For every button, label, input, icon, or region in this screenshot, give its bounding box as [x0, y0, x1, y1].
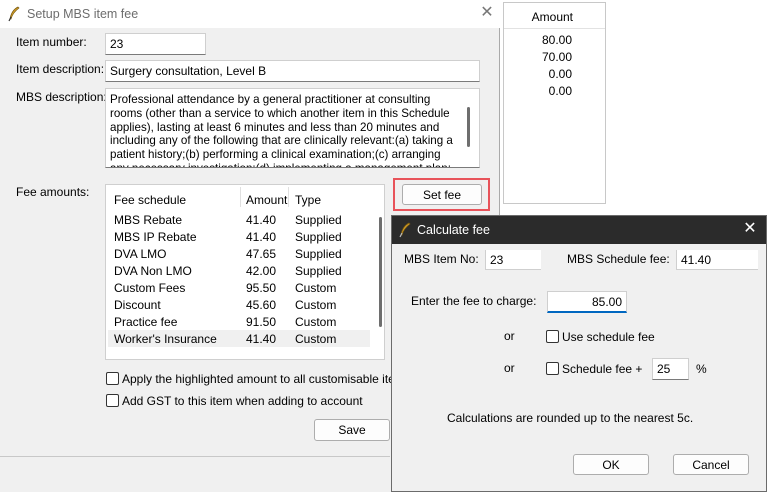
- fee-schedule-cell: MBS Rebate: [114, 213, 183, 227]
- item-number-label: Item number:: [16, 35, 87, 49]
- mbs-item-no-label: MBS Item No:: [404, 252, 479, 266]
- add-gst-checkbox[interactable]: [106, 394, 119, 407]
- calculate-fee-dialog: Calculate fee ✕ MBS Item No: 23 MBS Sche…: [391, 215, 767, 492]
- set-fee-highlight-box: [393, 178, 490, 211]
- mbs-item-no-field[interactable]: 23: [485, 250, 541, 270]
- column-header-type[interactable]: Type: [295, 185, 321, 209]
- or-label: or: [504, 361, 515, 375]
- rounding-note: Calculations are rounded up to the neare…: [447, 411, 694, 425]
- fee-schedule-cell: Practice fee: [114, 315, 178, 329]
- mbs-schedule-fee-label: MBS Schedule fee:: [567, 252, 670, 266]
- fee-schedule-cell: DVA LMO: [114, 247, 167, 261]
- amount-column-header: Amount: [504, 3, 605, 29]
- type-cell: Custom: [295, 315, 337, 329]
- amount-value: 70.00: [541, 50, 572, 64]
- mbs-description-text: Professional attendance by a general pra…: [110, 93, 453, 167]
- quill-icon: [399, 222, 411, 238]
- close-icon[interactable]: ✕: [740, 219, 760, 239]
- amount-value: 80.00: [541, 33, 572, 47]
- type-cell: Supplied: [295, 230, 342, 244]
- type-cell: Supplied: [295, 247, 342, 261]
- schedule-fee-plus-label: Schedule fee +: [562, 362, 643, 376]
- background-amount-panel: Amount 80.00 70.00 0.00 0.00: [503, 2, 606, 204]
- item-description-field[interactable]: Surgery consultation, Level B: [105, 60, 480, 82]
- type-cell: Custom: [295, 281, 337, 295]
- fee-amounts-label: Fee amounts:: [16, 185, 90, 199]
- fee-to-charge-input[interactable]: 85.00: [547, 291, 627, 313]
- table-row[interactable]: DVA LMO 47.65 Supplied: [108, 245, 370, 262]
- schedule-fee-plus-checkbox[interactable]: [546, 362, 559, 375]
- dialog-bottom-divider: [0, 456, 390, 457]
- table-row-selected[interactable]: Worker's Insurance 41.40 Custom: [108, 330, 370, 347]
- fee-schedule-cell: Discount: [114, 298, 161, 312]
- table-row[interactable]: Practice fee 91.50 Custom: [108, 313, 370, 330]
- mbs-description-scrollbar[interactable]: [467, 107, 470, 147]
- amount-value: 0.00: [548, 67, 572, 81]
- mbs-description-label: MBS description:: [16, 90, 107, 104]
- table-row[interactable]: MBS Rebate 41.40 Supplied: [108, 211, 370, 228]
- calc-dialog-title: Calculate fee: [417, 223, 490, 237]
- percent-input[interactable]: 25: [652, 358, 689, 380]
- use-schedule-fee-checkbox[interactable]: [546, 330, 559, 343]
- add-gst-label: Add GST to this item when adding to acco…: [122, 394, 363, 408]
- type-cell: Supplied: [295, 213, 342, 227]
- apply-highlighted-label: Apply the highlighted amount to all cust…: [122, 372, 433, 386]
- amount-value: 0.00: [548, 84, 572, 98]
- percent-sign: %: [696, 362, 707, 376]
- apply-highlighted-checkbox[interactable]: [106, 372, 119, 385]
- amount-cell: 47.65: [246, 247, 277, 261]
- type-cell: Supplied: [295, 264, 342, 278]
- fee-schedule-table[interactable]: Fee schedule Amount Type MBS Rebate 41.4…: [105, 184, 385, 360]
- quill-icon: [8, 6, 20, 22]
- type-cell: Custom: [295, 298, 337, 312]
- fee-schedule-cell: Worker's Insurance: [114, 332, 217, 346]
- amount-cell: 41.40: [246, 332, 277, 346]
- amount-cell: 41.40: [246, 213, 277, 227]
- item-number-field[interactable]: 23: [105, 33, 206, 55]
- table-row[interactable]: Discount 45.60 Custom: [108, 296, 370, 313]
- use-schedule-fee-label: Use schedule fee: [562, 330, 655, 344]
- dialog-title: Setup MBS item fee: [27, 7, 139, 21]
- column-separator: [288, 187, 289, 207]
- column-header-amount[interactable]: Amount: [246, 185, 287, 209]
- table-row[interactable]: MBS IP Rebate 41.40 Supplied: [108, 228, 370, 245]
- ok-button[interactable]: OK: [573, 454, 649, 475]
- type-cell: Custom: [295, 332, 337, 346]
- fee-schedule-cell: DVA Non LMO: [114, 264, 192, 278]
- fee-schedule-cell: Custom Fees: [114, 281, 186, 295]
- table-row[interactable]: Custom Fees 95.50 Custom: [108, 279, 370, 296]
- table-row[interactable]: DVA Non LMO 42.00 Supplied: [108, 262, 370, 279]
- column-separator: [240, 187, 241, 207]
- amount-cell: 41.40: [246, 230, 277, 244]
- or-label: or: [504, 329, 515, 343]
- item-description-label: Item description:: [16, 62, 105, 76]
- main-titlebar: Setup MBS item fee ✕: [0, 0, 500, 28]
- enter-fee-label: Enter the fee to charge:: [411, 294, 537, 308]
- amount-cell: 45.60: [246, 298, 277, 312]
- fee-schedule-cell: MBS IP Rebate: [114, 230, 197, 244]
- amount-cell: 91.50: [246, 315, 277, 329]
- fee-table-scrollbar[interactable]: [379, 217, 382, 327]
- amount-cell: 42.00: [246, 264, 277, 278]
- cancel-button[interactable]: Cancel: [673, 454, 749, 475]
- save-button[interactable]: Save: [314, 419, 390, 441]
- mbs-schedule-fee-field[interactable]: 41.40: [676, 250, 758, 270]
- mbs-description-textarea[interactable]: Professional attendance by a general pra…: [105, 88, 480, 168]
- calc-titlebar: Calculate fee ✕: [392, 216, 766, 244]
- column-header-fee-schedule[interactable]: Fee schedule: [114, 185, 186, 209]
- close-icon[interactable]: ✕: [478, 3, 496, 23]
- amount-cell: 95.50: [246, 281, 277, 295]
